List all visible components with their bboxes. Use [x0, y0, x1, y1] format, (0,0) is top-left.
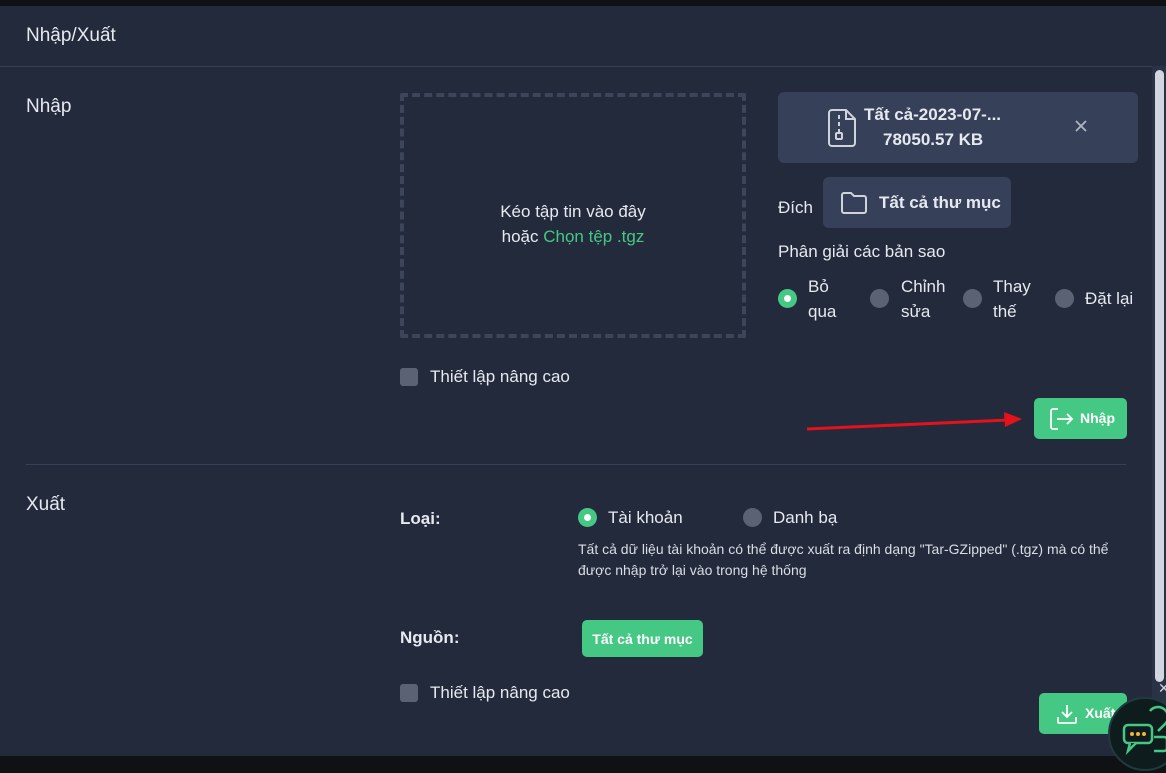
export-section-label: Xuất — [26, 494, 66, 515]
folder-icon — [840, 191, 868, 220]
conflict-resolution-label: Phân giải các bản sao — [778, 242, 946, 261]
conflict-skip-line2: qua — [808, 302, 837, 321]
export-type-label: Loại: — [400, 509, 441, 528]
conflict-replace-radio[interactable] — [963, 289, 982, 308]
export-advanced-label: Thiết lập nâng cao — [430, 683, 570, 702]
export-source-button[interactable]: Tất cả thư mục — [582, 620, 703, 657]
conflict-reset-label[interactable]: Đặt lại — [1085, 286, 1133, 311]
file-zip-icon — [826, 109, 858, 152]
destination-label: Đích — [778, 198, 813, 217]
export-source-label: Nguồn: — [400, 628, 460, 647]
conflict-replace-line2: thế — [993, 302, 1017, 321]
edge-close-icon[interactable]: ✕ — [1158, 680, 1166, 697]
conflict-skip-label[interactable]: Bỏ qua — [808, 274, 836, 324]
conflict-skip-line1: Bỏ — [808, 277, 829, 296]
export-source-button-label: Tất cả thư mục — [592, 631, 693, 647]
destination-folder-button[interactable]: Tất cả thư mục — [823, 177, 1011, 228]
conflict-replace-label[interactable]: Thay thế — [993, 274, 1031, 324]
conflict-reset-radio[interactable] — [1055, 289, 1074, 308]
download-icon — [1056, 703, 1078, 730]
export-type-account-radio[interactable] — [578, 508, 597, 527]
dropzone-hint: Kéo tập tin vào đây — [500, 202, 646, 221]
page-title: Nhập/Xuất — [26, 25, 116, 46]
import-icon — [1050, 408, 1074, 435]
file-dropzone[interactable]: Kéo tập tin vào đây hoặc Chọn tệp .tgz — [400, 93, 746, 338]
conflict-edit-label[interactable]: Chỉnh sửa — [901, 274, 945, 324]
export-type-contacts-radio[interactable] — [743, 508, 762, 527]
chat-widget-icon[interactable] — [1108, 697, 1166, 771]
import-button-label: Nhập — [1080, 410, 1115, 426]
export-type-contacts-label[interactable]: Danh bạ — [773, 505, 837, 530]
scrollbar-thumb[interactable] — [1155, 70, 1164, 682]
export-advanced-checkbox[interactable] — [400, 684, 418, 702]
file-name: Tất cả-2023-07-... — [864, 105, 1002, 124]
selected-file-card: Tất cả-2023-07-... 78050.57 KB — [778, 92, 1138, 163]
file-size: 78050.57 KB — [883, 130, 984, 149]
dropzone-hint-2: hoặc Chọn tệp .tgz — [404, 227, 742, 247]
conflict-edit-radio[interactable] — [870, 289, 889, 308]
conflict-replace-line1: Thay — [993, 277, 1031, 296]
import-export-panel: Nhập/Xuất Nhập Kéo tập tin vào đây hoặc … — [0, 6, 1166, 756]
export-type-account-label[interactable]: Tài khoản — [608, 505, 683, 530]
conflict-edit-line1: Chỉnh — [901, 277, 946, 296]
close-icon[interactable] — [1073, 118, 1089, 139]
import-advanced-label: Thiết lập nâng cao — [430, 367, 570, 386]
import-button[interactable]: Nhập — [1034, 398, 1127, 439]
conflict-edit-line2: sửa — [901, 302, 931, 321]
destination-folder-label: Tất cả thư mục — [879, 193, 1001, 212]
choose-file-link[interactable]: Chọn tệp .tgz — [543, 227, 644, 246]
section-divider — [26, 464, 1126, 465]
export-description: Tất cả dữ liệu tài khoản có thể được xuấ… — [578, 541, 1109, 578]
import-advanced-checkbox[interactable] — [400, 368, 418, 386]
conflict-skip-radio[interactable] — [778, 289, 797, 308]
dropzone-or: hoặc — [501, 227, 544, 246]
panel-header: Nhập/Xuất — [0, 6, 1166, 67]
import-section-label: Nhập — [26, 96, 72, 117]
